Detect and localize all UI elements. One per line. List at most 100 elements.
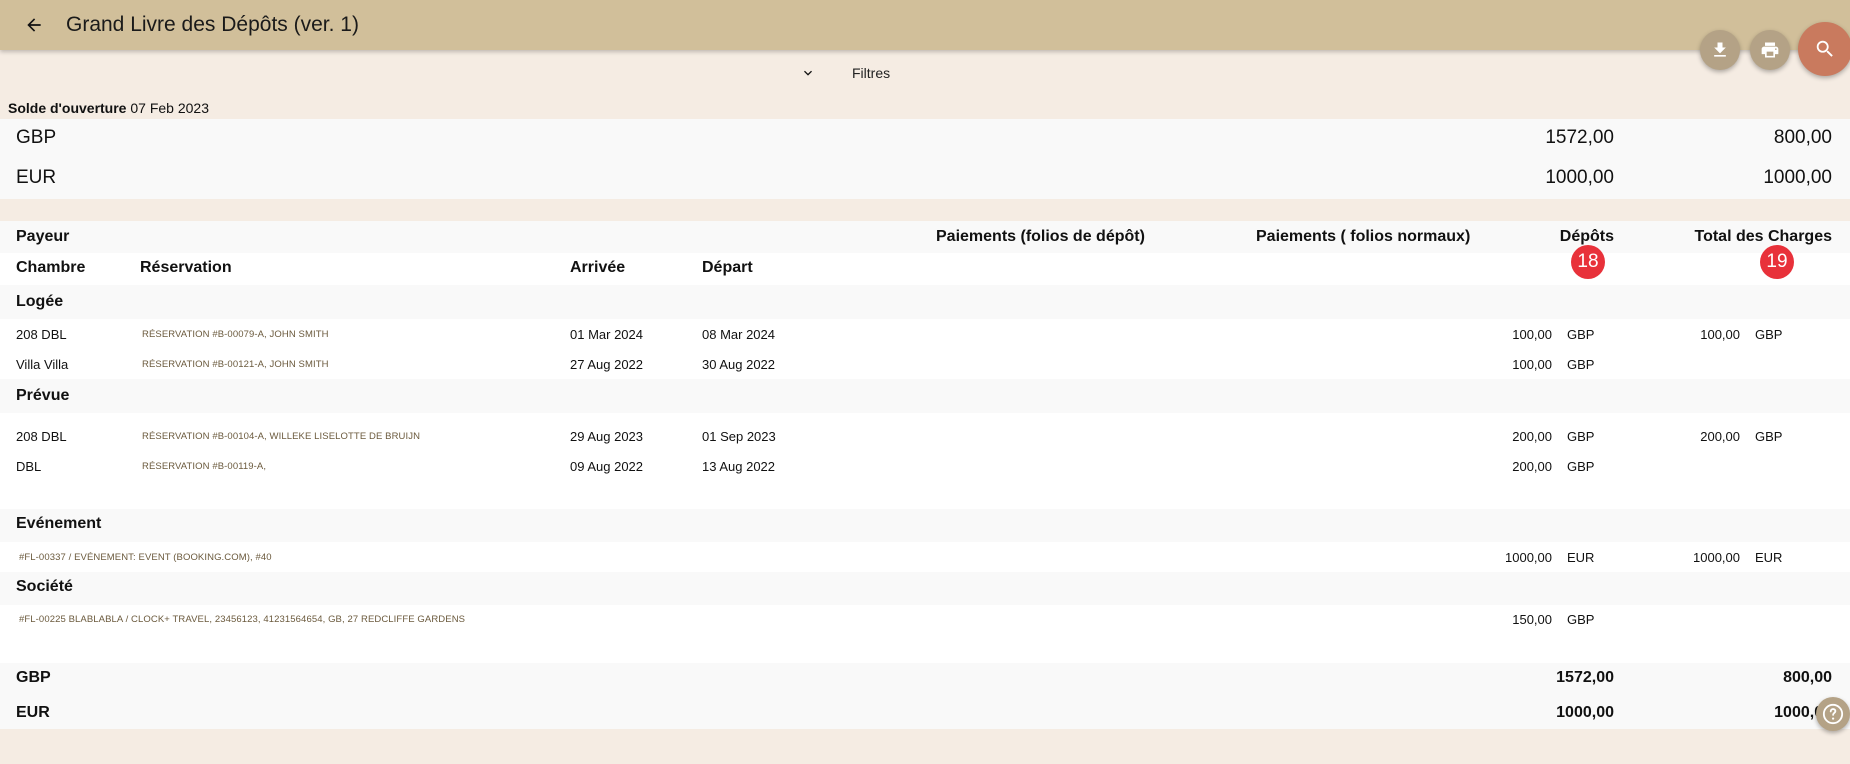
help-button[interactable] [1816, 697, 1850, 731]
deposit-currency: GBP [1567, 357, 1595, 372]
charges-amount: 800,00 [1773, 127, 1832, 148]
help-icon [1822, 703, 1844, 725]
section-logee-rows: 208 DBL RÉSERVATION #B-00079-A, JOHN SMI… [0, 319, 1850, 379]
section-header-evenement: Evénement [0, 509, 1850, 542]
room-cell: 208 DBL [16, 327, 67, 342]
charge-cell: 200,00 [1700, 429, 1740, 444]
reservation-link[interactable]: RÉSERVATION #B-00119-A, [142, 461, 266, 472]
deposit-cell: 200,00 [1512, 459, 1552, 474]
deposit-total: 1000,00 [1556, 704, 1614, 721]
charge-currency: GBP [1755, 429, 1783, 444]
col-reservation: Réservation [140, 259, 232, 276]
download-icon [1714, 42, 1726, 57]
deposit-cell: 200,00 [1512, 429, 1552, 444]
section-societe-rows: #FL-00225 BLABLABLA / CLOCK+ TRAVEL, 234… [0, 605, 1850, 663]
top-app-bar: Grand Livre des Dépôts (ver. 1) [0, 0, 1850, 50]
deposit-amount: 1572,00 [1545, 127, 1614, 148]
deposit-currency: EUR [1567, 550, 1595, 565]
section-title: Evénement [16, 515, 102, 532]
currency-label: GBP [16, 127, 57, 148]
col-deposits: Dépôts [1559, 228, 1614, 245]
currency-label: GBP [16, 669, 51, 686]
back-button[interactable] [20, 12, 48, 38]
col-departure: Départ [702, 259, 753, 276]
page-title: Grand Livre des Dépôts (ver. 1) [66, 13, 359, 36]
table-header-row-2: Chambre Réservation Arrivée Départ 18 19 [0, 245, 1850, 285]
reservation-link[interactable]: RÉSERVATION #B-00104-A, WILLEKE LISELOTT… [142, 431, 420, 442]
deposit-cell: 1000,00 [1505, 550, 1552, 565]
col-payer: Payeur [16, 228, 70, 245]
filters-toggle[interactable]: Filtres [800, 63, 890, 83]
col-arrival: Arrivée [570, 259, 626, 276]
download-button[interactable] [1700, 30, 1740, 70]
charge-cell: 100,00 [1700, 327, 1740, 342]
room-cell: Villa Villa [16, 357, 69, 372]
opening-balance-row: EUR 1000,00 1000,00 [0, 167, 1850, 191]
deposits-count-badge: 18 [1571, 245, 1605, 279]
deposit-total: 1572,00 [1556, 669, 1614, 686]
table-row: DBL RÉSERVATION #B-00119-A, 09 Aug 2022 … [0, 451, 1850, 481]
reservation-link[interactable]: RÉSERVATION #B-00079-A, JOHN SMITH [142, 329, 329, 340]
totals-row: GBP 1572,00 800,00 [0, 669, 1850, 693]
totals-row: EUR 1000,00 1000,00 [0, 704, 1850, 728]
departure-cell: 30 Aug 2022 [702, 357, 776, 372]
charges-count-badge: 19 [1760, 245, 1794, 279]
opening-balance-title: Solde d'ouverture [8, 100, 127, 116]
opening-balance-label: Solde d'ouverture 07 Feb 2023 [8, 100, 209, 116]
opening-balance-date: 07 Feb 2023 [130, 100, 209, 116]
departure-cell: 08 Mar 2024 [702, 327, 775, 342]
charges-total: 800,00 [1783, 669, 1832, 686]
search-button[interactable] [1798, 22, 1850, 76]
deposit-currency: GBP [1567, 429, 1595, 444]
totals-panel: GBP 1572,00 800,00 EUR 1000,00 1000,00 [0, 663, 1850, 729]
section-header-logee: Logée [0, 285, 1850, 319]
chevron-down-icon [804, 70, 812, 76]
arrow-left-icon [27, 18, 41, 32]
col-normal-folio-payments: Paiements ( folios normaux) [1256, 228, 1471, 245]
arrival-cell: 09 Aug 2022 [570, 459, 644, 474]
arrival-cell: 29 Aug 2023 [570, 429, 644, 444]
table-row: #FL-00337 / EVÉNEMENT: EVENT (BOOKING.CO… [0, 542, 1850, 572]
table-row: 208 DBL RÉSERVATION #B-00079-A, JOHN SMI… [0, 319, 1850, 349]
section-title: Prévue [16, 387, 70, 404]
col-total-charges: Total des Charges [1694, 228, 1832, 245]
currency-label: EUR [16, 167, 57, 188]
room-cell: DBL [16, 459, 42, 474]
table-row: Villa Villa RÉSERVATION #B-00121-A, JOHN… [0, 349, 1850, 379]
folio-link[interactable]: #FL-00337 / EVÉNEMENT: EVENT (BOOKING.CO… [19, 552, 272, 563]
deposit-amount: 1000,00 [1545, 167, 1614, 188]
table-row: 208 DBL RÉSERVATION #B-00104-A, WILLEKE … [0, 421, 1850, 451]
charge-currency: GBP [1755, 327, 1783, 342]
section-header-societe: Société [0, 572, 1850, 605]
departure-cell: 13 Aug 2022 [702, 459, 776, 474]
filters-label: Filtres [852, 65, 891, 81]
section-prevue-rows: 208 DBL RÉSERVATION #B-00104-A, WILLEKE … [0, 413, 1850, 509]
deposit-currency: GBP [1567, 459, 1595, 474]
reservation-link[interactable]: RÉSERVATION #B-00121-A, JOHN SMITH [142, 359, 329, 370]
search-icon [1816, 40, 1833, 57]
opening-balance-row: GBP 1572,00 800,00 [0, 127, 1850, 151]
charge-currency: EUR [1755, 550, 1783, 565]
deposit-currency: GBP [1567, 612, 1595, 627]
opening-balances-panel: GBP 1572,00 800,00 EUR 1000,00 1000,00 [0, 119, 1850, 199]
deposit-currency: GBP [1567, 327, 1595, 342]
departure-cell: 01 Sep 2023 [702, 429, 776, 444]
table-header-row-1: Payeur Paiements (folios de dépôt) Paiem… [0, 221, 1850, 253]
deposit-cell: 100,00 [1512, 357, 1552, 372]
section-header-prevue: Prévue [0, 379, 1850, 413]
charge-cell: 1000,00 [1693, 550, 1740, 565]
col-deposit-folio-payments: Paiements (folios de dépôt) [936, 228, 1145, 245]
table-row: #FL-00225 BLABLABLA / CLOCK+ TRAVEL, 234… [0, 605, 1850, 635]
print-button[interactable] [1750, 30, 1790, 70]
deposit-cell: 150,00 [1512, 612, 1552, 627]
charges-amount: 1000,00 [1763, 167, 1832, 188]
currency-label: EUR [16, 704, 50, 721]
room-cell: 208 DBL [16, 429, 67, 444]
col-room: Chambre [16, 259, 86, 276]
section-evenement-rows: #FL-00337 / EVÉNEMENT: EVENT (BOOKING.CO… [0, 542, 1850, 572]
arrival-cell: 01 Mar 2024 [570, 327, 643, 342]
print-icon [1761, 42, 1779, 58]
deposit-cell: 100,00 [1512, 327, 1552, 342]
arrival-cell: 27 Aug 2022 [570, 357, 644, 372]
folio-link[interactable]: #FL-00225 BLABLABLA / CLOCK+ TRAVEL, 234… [19, 614, 465, 625]
